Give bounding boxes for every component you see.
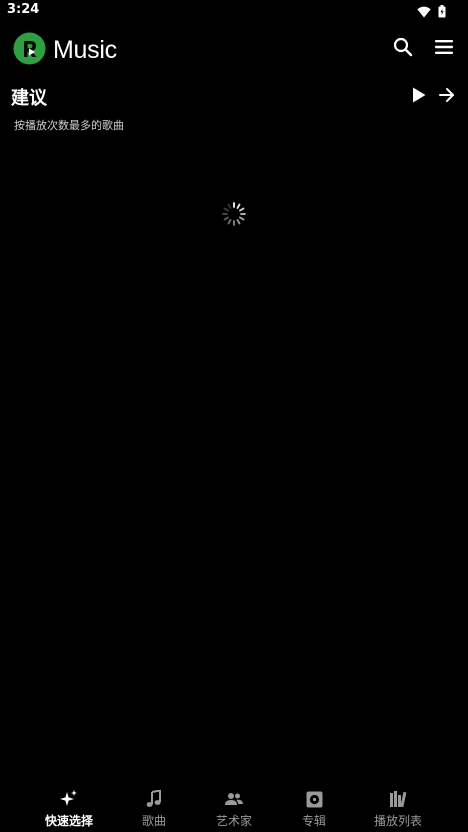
- nav-label: 艺术家: [215, 814, 252, 828]
- nav-item-artists[interactable]: 艺术家: [194, 784, 274, 832]
- status-bar: 3:24: [0, 0, 468, 22]
- section-title: 建议: [11, 88, 47, 109]
- nav-item-albums[interactable]: 专辑: [274, 784, 354, 832]
- library-icon: [389, 789, 407, 809]
- play-button[interactable]: [408, 86, 430, 108]
- see-all-button[interactable]: [436, 86, 458, 108]
- artists-icon: [225, 789, 243, 809]
- sparkle-icon: [60, 789, 78, 809]
- app-screen: 3:24 Music 建议 按播放次数最多的歌曲 快速选择 歌曲 艺术家 专辑 …: [0, 0, 468, 832]
- nav-label: 歌曲: [141, 814, 166, 828]
- nav-label: 快速选择: [44, 814, 93, 828]
- music-note-icon: [146, 789, 162, 809]
- battery-icon: [438, 3, 446, 22]
- bottom-navigation: 快速选择 歌曲 艺术家 专辑 播放列表: [0, 784, 468, 832]
- music-logo-icon: [13, 32, 46, 69]
- nav-item-songs[interactable]: 歌曲: [114, 784, 194, 832]
- app-title: Music: [53, 36, 117, 64]
- arrow-right-icon: [439, 87, 455, 107]
- wifi-icon: [417, 3, 431, 22]
- nav-label: 播放列表: [373, 814, 422, 828]
- loading-spinner-icon: [221, 201, 247, 227]
- status-icons: [417, 3, 446, 22]
- album-icon: [306, 789, 323, 809]
- nav-item-quick-select[interactable]: 快速选择: [29, 784, 109, 832]
- search-button[interactable]: [391, 37, 415, 61]
- play-icon: [412, 87, 426, 107]
- app-bar: Music: [0, 28, 468, 72]
- search-icon: [393, 37, 413, 61]
- status-time: 3:24: [7, 2, 40, 17]
- menu-icon: [434, 39, 454, 59]
- brand: Music: [13, 32, 117, 69]
- menu-button[interactable]: [432, 37, 456, 61]
- nav-item-playlists[interactable]: 播放列表: [358, 784, 438, 832]
- nav-label: 专辑: [301, 814, 326, 828]
- section-subtitle: 按播放次数最多的歌曲: [14, 119, 124, 132]
